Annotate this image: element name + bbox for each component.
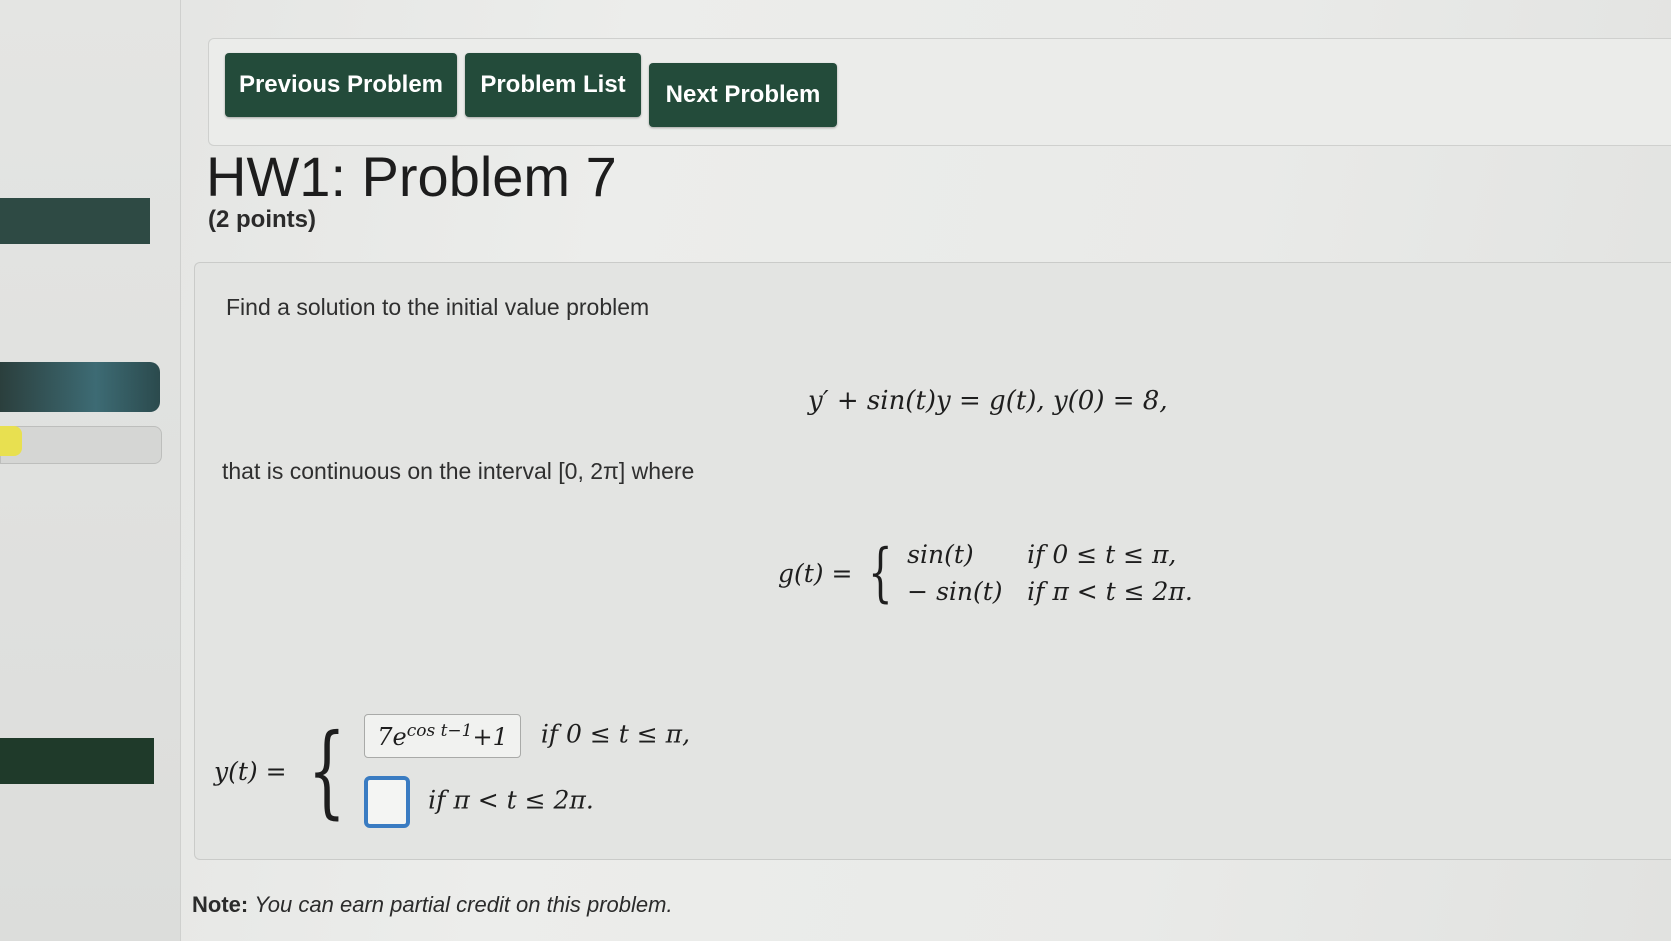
left-brace: {	[868, 536, 894, 610]
answer-tail: +1	[472, 723, 508, 751]
page-title: HW1: Problem 7	[206, 145, 617, 208]
continuity-text: that is continuous on the interval [0, 2…	[222, 458, 695, 484]
left-brace: {	[307, 712, 346, 829]
problem-nav-bar: Previous Problem Problem List Next Probl…	[208, 38, 1671, 146]
sidebar	[0, 0, 181, 941]
y-label: y(t) =	[214, 756, 287, 786]
g-cases: sin(t) if 0 ≤ t ≤ π, − sin(t) if π < t ≤…	[907, 540, 1193, 606]
answer-input-case1[interactable]: 7ecos t−1+1	[364, 714, 521, 758]
y-case2: if π < t ≤ 2π.	[364, 776, 690, 828]
note-label: Note:	[192, 892, 249, 917]
problem-list-button[interactable]: Problem List	[465, 53, 641, 117]
g-piecewise-definition: g(t) = { sin(t) if 0 ≤ t ≤ π, − sin(t) i…	[778, 540, 1193, 606]
y-case1-cond: if 0 ≤ t ≤ π,	[540, 719, 691, 749]
partial-credit-note: Note: You can earn partial credit on thi…	[192, 892, 673, 918]
answer-exponent: cos t−1	[406, 721, 473, 741]
g-case1-expr: sin(t)	[907, 540, 974, 569]
y-case2-cond: if π < t ≤ 2π.	[428, 785, 594, 815]
g-case1-cond: if 0 ≤ t ≤ π,	[1027, 540, 1177, 569]
previous-problem-button[interactable]: Previous Problem	[225, 53, 457, 117]
differential-equation: y′ + sin(t)y = g(t), y(0) = 8,	[808, 386, 1168, 416]
answer-input-case2[interactable]	[364, 776, 411, 828]
sidebar-item[interactable]	[0, 426, 162, 464]
page: Previous Problem Problem List Next Probl…	[0, 0, 1671, 941]
y-case1: 7ecos t−1+1 if 0 ≤ t ≤ π,	[364, 714, 690, 758]
sidebar-block[interactable]	[0, 198, 150, 244]
problem-intro: Find a solution to the initial value pro…	[226, 294, 650, 320]
g-label: g(t) =	[778, 558, 853, 588]
next-problem-button[interactable]: Next Problem	[649, 63, 837, 127]
problem-points: (2 points)	[208, 206, 316, 233]
g-case2-cond: if π < t ≤ 2π.	[1027, 577, 1193, 606]
g-case2-expr: − sin(t)	[907, 577, 1003, 606]
sidebar-active-item[interactable]	[0, 362, 160, 412]
sidebar-item-marker	[0, 426, 22, 456]
answer-base: 7e	[377, 723, 407, 751]
sidebar-block[interactable]	[0, 738, 154, 784]
y-cases: 7ecos t−1+1 if 0 ≤ t ≤ π, if π < t ≤ 2π.	[364, 714, 690, 828]
y-piecewise-answer: y(t) = { 7ecos t−1+1 if 0 ≤ t ≤ π, if π …	[214, 714, 690, 828]
note-text: You can earn partial credit on this prob…	[254, 892, 673, 917]
